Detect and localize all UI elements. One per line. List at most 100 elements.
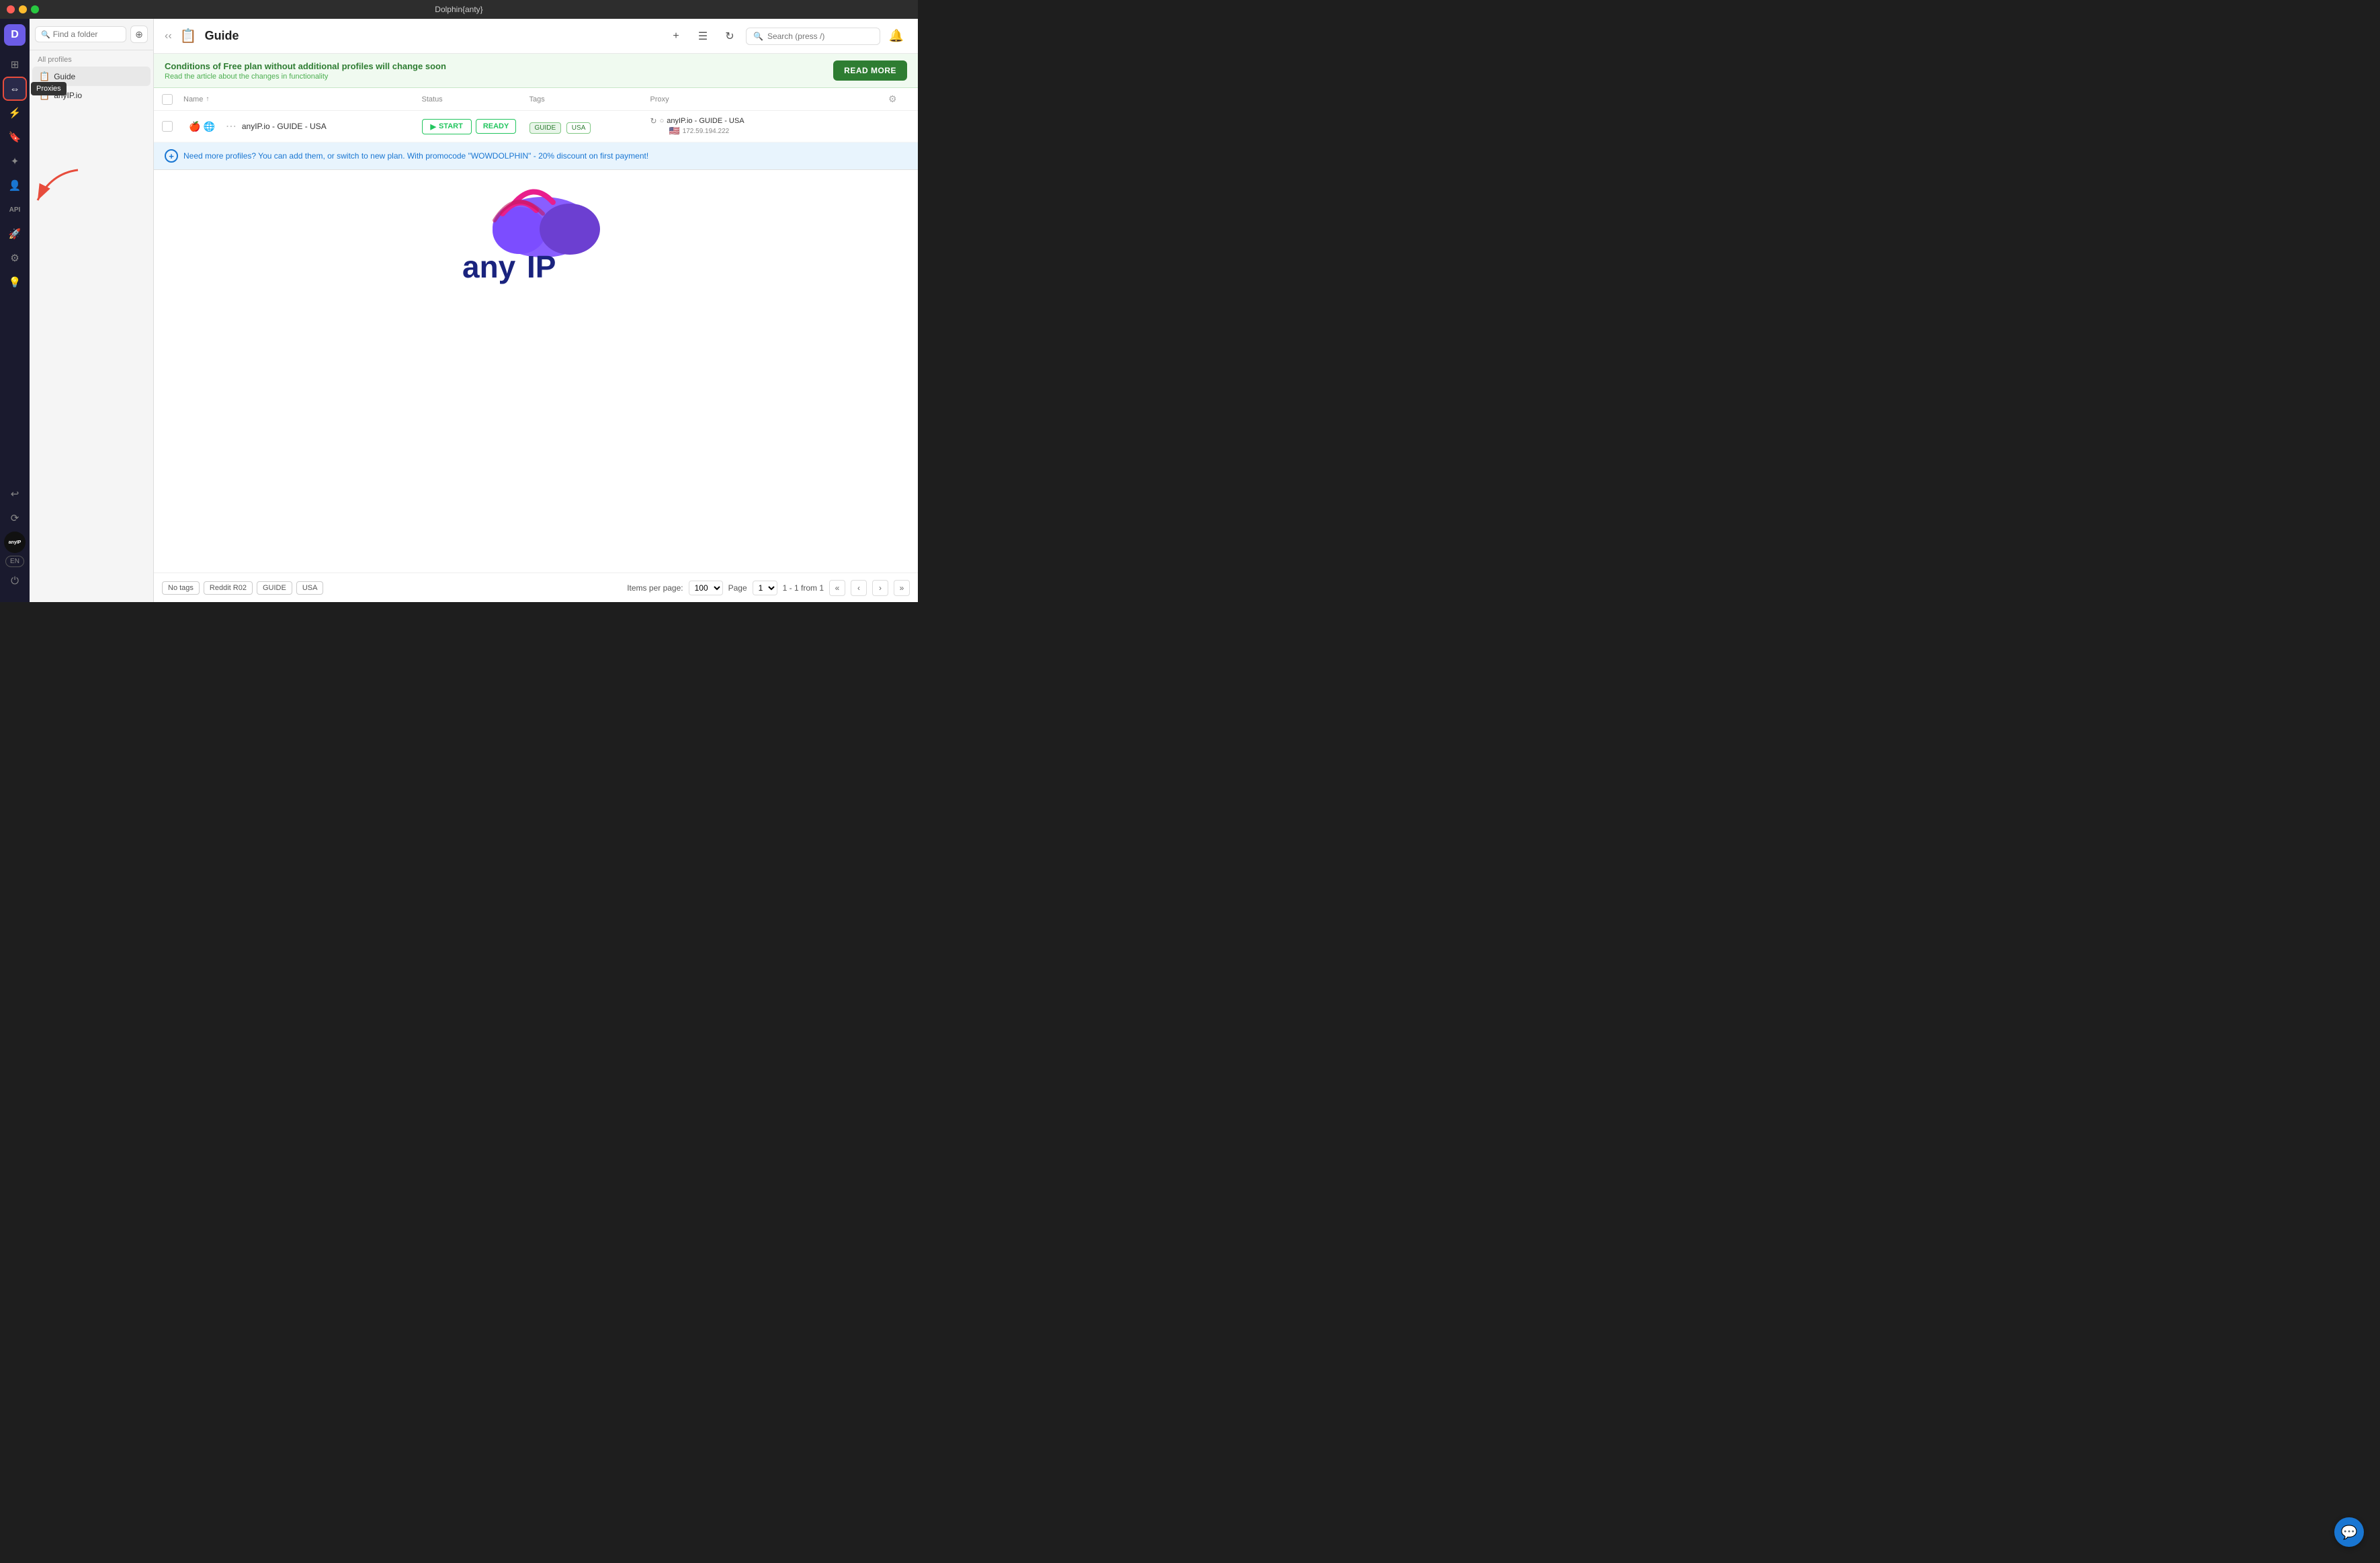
language-toggle[interactable]: EN (5, 556, 24, 567)
nav-icon-proxies[interactable]: ⇔ Proxies (4, 78, 26, 99)
play-icon: ▶ (431, 122, 436, 131)
nav-icon-tips[interactable]: 💡 (4, 271, 26, 293)
minimize-button[interactable] (19, 5, 27, 13)
sidebar-item-label-guide: Guide (54, 72, 130, 81)
column-settings-icon[interactable]: ⚙ (888, 93, 897, 104)
header-settings-col: ⚙ (888, 93, 910, 105)
filter-button[interactable]: ☰ (692, 26, 714, 47)
maximize-button[interactable] (31, 5, 39, 13)
chat-button[interactable]: 💬 (2334, 1517, 2364, 1547)
app-title: Dolphin{anty} (435, 5, 482, 14)
nav-icon-settings[interactable]: ⚙ (4, 247, 26, 269)
banner-subtitle: Read the article about the changes in fu… (165, 73, 446, 81)
page-label: Page (728, 583, 747, 593)
last-page-button[interactable]: » (894, 580, 910, 596)
row-proxy-col: ↻ ○ anyIP.io - GUIDE - USA 🇺🇸 172.59.194… (650, 116, 889, 136)
promo-plus-icon[interactable]: + (165, 149, 178, 163)
app-logo[interactable]: D (4, 24, 26, 46)
top-header: ‹‹ 📋 Guide + ☰ ↻ 🔍 🔔 (154, 19, 918, 54)
banner-text: Conditions of Free plan without addition… (165, 61, 446, 81)
table-row: 🍎 🌐 ⋯ anyIP.io - GUIDE - USA ▶ START REA… (154, 111, 918, 142)
table-container: Name ↑ Status Tags Proxy ⚙ 🍎 🌐 (154, 88, 918, 573)
nav-icon-launch[interactable]: 🚀 (4, 223, 26, 245)
refresh-proxy-icon[interactable]: ↻ (650, 116, 657, 126)
nav-icon-automations[interactable]: ✦ (4, 151, 26, 172)
nav-icon-sync[interactable]: ⟳ (4, 507, 26, 529)
table-footer: No tags Reddit R02 GUIDE USA Items per p… (154, 573, 918, 602)
icon-bar: D ⊞ ⇔ Proxies ⚡ 🔖 ✦ 👤 (0, 19, 30, 602)
sort-icon[interactable]: ↑ (206, 95, 209, 103)
notification-button[interactable]: 🔔 (886, 26, 907, 47)
row-tags-col: GUIDE USA (529, 122, 650, 132)
row-checkbox[interactable] (162, 121, 173, 132)
header-proxy-col: Proxy (650, 95, 889, 103)
icon-bar-top: ⊞ ⇔ Proxies ⚡ 🔖 ✦ 👤 API (4, 54, 26, 480)
promo-row: + Need more profiles? You can add them, … (154, 142, 918, 170)
icon-bar-bottom: ↩ ⟳ anyIP EN ⏻ (4, 483, 26, 597)
svg-text:IP: IP (527, 249, 556, 284)
back-button[interactable]: ‹‹ (165, 30, 172, 42)
nav-icon-profiles[interactable]: ⊞ (4, 54, 26, 75)
row-more-button[interactable]: ⋯ (223, 120, 239, 133)
proxy-status-icon: ○ (660, 117, 665, 125)
search-bar-icon: 🔍 (753, 32, 763, 41)
folder-search-box[interactable]: 🔍 (35, 26, 126, 42)
page-select[interactable]: 1 (753, 581, 777, 595)
folder-search-input[interactable] (53, 30, 120, 39)
page-icon: 📋 (180, 28, 197, 44)
sidebar-item-label-anyip: anyIP.io (54, 91, 144, 100)
sidebar-item-icon-guide: 📋 (39, 71, 50, 82)
chat-icon: 💬 (2341, 1524, 2358, 1541)
tag-guide: GUIDE (529, 122, 562, 134)
start-button[interactable]: ▶ START (422, 119, 472, 134)
footer-pagination: Items per page: 100 Page 1 1 - 1 from 1 … (627, 580, 910, 596)
main-search-bar[interactable]: 🔍 (746, 28, 880, 45)
footer-tag-guide[interactable]: GUIDE (257, 581, 292, 595)
main-content: ‹‹ 📋 Guide + ☰ ↻ 🔍 🔔 (154, 19, 918, 602)
profile-icons: 🍎 🌐 (189, 121, 215, 132)
add-button[interactable]: + (665, 26, 687, 47)
promo-text: Need more profiles? You can add them, or… (183, 151, 648, 161)
tag-usa: USA (566, 122, 591, 134)
banner-title: Conditions of Free plan without addition… (165, 61, 446, 71)
add-folder-button[interactable]: ⊕ (130, 26, 148, 43)
items-per-page-label: Items per page: (627, 583, 683, 593)
table-header: Name ↑ Status Tags Proxy ⚙ (154, 88, 918, 111)
row-name-col: 🍎 🌐 ⋯ anyIP.io - GUIDE - USA (183, 120, 422, 133)
traffic-lights (7, 5, 39, 13)
close-button[interactable] (7, 5, 15, 13)
header-actions: + ☰ ↻ 🔍 🔔 (665, 26, 907, 47)
read-more-button[interactable]: READ MORE (833, 60, 907, 81)
search-icon: 🔍 (41, 30, 50, 39)
main-search-input[interactable] (767, 32, 873, 41)
footer-tag-reddit[interactable]: Reddit R02 (204, 581, 253, 595)
svg-text:any: any (462, 249, 516, 284)
items-per-page-select[interactable]: 100 (689, 581, 723, 595)
nav-icon-users[interactable]: 👤 (4, 175, 26, 196)
proxy-ip: 172.59.194.222 (683, 128, 730, 135)
anyip-logo: any IP (442, 170, 630, 304)
footer-tag-usa[interactable]: USA (296, 581, 324, 595)
nav-icon-bookmarks[interactable]: 🔖 (4, 126, 26, 148)
prev-page-button[interactable]: ‹ (851, 580, 867, 596)
nav-icon-logout[interactable]: ↩ (4, 483, 26, 505)
logo-area: any IP (154, 170, 918, 304)
bell-icon: 🔔 (889, 29, 904, 43)
next-page-button[interactable]: › (872, 580, 888, 596)
profile-name: anyIP.io - GUIDE - USA (242, 122, 327, 131)
app-container: D ⊞ ⇔ Proxies ⚡ 🔖 ✦ 👤 (0, 19, 918, 602)
first-page-button[interactable]: « (829, 580, 845, 596)
row-checkbox-col (162, 121, 183, 132)
nav-icon-anyip[interactable]: anyIP (4, 532, 26, 553)
nav-icon-power[interactable]: ⏻ (4, 570, 26, 591)
header-status-col: Status (422, 95, 529, 103)
select-all-checkbox[interactable] (162, 94, 173, 105)
proxies-tooltip: Proxies (31, 82, 67, 95)
nav-icon-api[interactable]: API (4, 199, 26, 220)
nav-icon-extensions[interactable]: ⚡ (4, 102, 26, 124)
titlebar: Dolphin{anty} (0, 0, 918, 19)
ready-badge: READY (476, 119, 517, 134)
refresh-button[interactable]: ↻ (719, 26, 740, 47)
footer-tag-notags[interactable]: No tags (162, 581, 200, 595)
footer-tags: No tags Reddit R02 GUIDE USA (162, 581, 323, 595)
